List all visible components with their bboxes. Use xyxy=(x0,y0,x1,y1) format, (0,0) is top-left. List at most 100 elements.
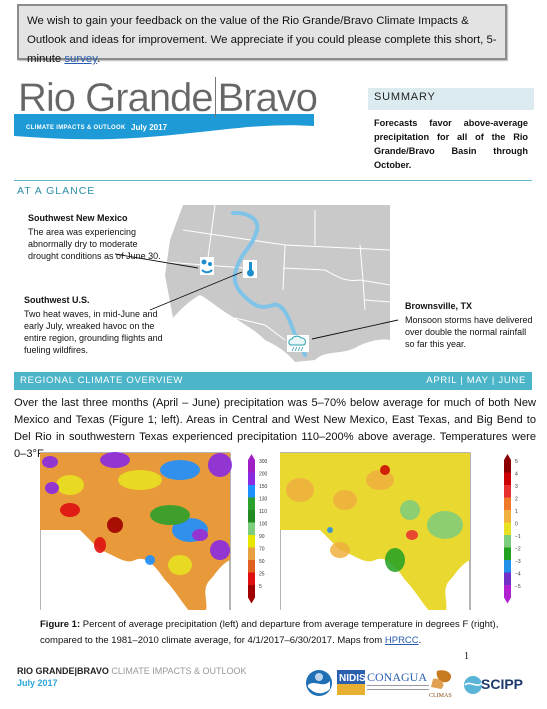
temp-legend-tick-label: −3 xyxy=(515,559,521,565)
caption-end: . xyxy=(418,635,422,646)
precip-legend-tick-label: 100 xyxy=(259,522,268,528)
temp-legend: 5 4 3 2 1 0 −1 −2 −3 −4 −5 xyxy=(504,454,521,604)
temp-legend-swatch xyxy=(504,460,511,473)
precip-legend-tick-label: 25 xyxy=(259,572,265,578)
precip-legend: 300 200 150 130 110 100 90 70 50 25 5 xyxy=(248,454,268,604)
temp-legend-tick-label: −5 xyxy=(515,584,521,590)
precip-legend-swatch xyxy=(248,522,255,535)
callout-title: Southwest New Mexico xyxy=(28,213,128,223)
precip-legend-swatch xyxy=(248,472,255,485)
temp-legend-swatch xyxy=(504,485,511,498)
conagua-logo: CONAGUA xyxy=(367,670,429,690)
footer-title: RIO GRANDE|BRAVO CLIMATE IMPACTS & OUTLO… xyxy=(17,666,247,676)
summary-text: Forecasts favor above-average precipitat… xyxy=(374,118,528,170)
precip-legend-tick-label: 200 xyxy=(259,472,268,478)
temp-legend-tick-label: 3 xyxy=(515,484,518,490)
temp-legend-tick-label: 4 xyxy=(515,472,518,478)
callout-text: The area was experiencing abnormally dry… xyxy=(28,227,161,261)
survey-trailing: . xyxy=(97,53,101,65)
temp-legend-tick-label: 5 xyxy=(515,459,518,465)
callout-brownsville: Brownsville, TX Monsoon storms have deli… xyxy=(405,300,535,350)
hprcc-link[interactable]: HPRCC xyxy=(385,635,419,646)
precip-legend-tick-label: 130 xyxy=(259,497,268,503)
thermometer-icon xyxy=(243,260,257,278)
callout-text: Monsoon storms have delivered over doubl… xyxy=(405,315,533,349)
scipp-logo: SCIPP xyxy=(464,676,523,694)
precip-legend-arrow-top xyxy=(248,454,255,460)
callout-text: Two heat waves, in mid-June and early Ju… xyxy=(24,309,163,355)
figure-caption: Figure 1: Percent of average precipitati… xyxy=(40,617,520,649)
masthead-separator xyxy=(214,77,216,117)
temp-legend-arrow-bottom xyxy=(504,597,511,604)
svg-text:CLIMAS: CLIMAS xyxy=(429,693,452,699)
temp-legend-swatch xyxy=(504,585,511,598)
masthead-logo: Rio Grande Bravo CLIMATE IMPACTS & OUTLOO… xyxy=(14,76,334,142)
partner-logos: NIDIS CONAGUA CLIMAS SCIPP xyxy=(305,665,535,701)
precip-legend-swatch xyxy=(248,547,255,560)
precip-legend-swatch xyxy=(248,510,255,523)
temp-legend-tick-label: 0 xyxy=(515,522,518,528)
temp-legend-tick-label: −2 xyxy=(515,547,521,553)
nidis-logo: NIDIS xyxy=(337,670,366,695)
precip-legend-arrow-bottom xyxy=(248,597,255,604)
precip-legend-swatch xyxy=(248,535,255,548)
callout-southwest-new-mexico: Southwest New Mexico The area was experi… xyxy=(28,212,168,262)
precip-legend-tick-label: 5 xyxy=(259,584,262,590)
footer-date: July 2017 xyxy=(17,678,58,688)
precip-legend-swatch xyxy=(248,572,255,585)
temperature-map: 5 4 3 2 1 0 −1 −2 −3 −4 −5 xyxy=(280,452,521,610)
survey-banner: We wish to gain your feedback on the val… xyxy=(17,4,507,65)
footer-title-light: CLIMATE IMPACTS & OUTLOOK xyxy=(108,666,247,676)
precip-legend-tick-label: 50 xyxy=(259,559,265,565)
svg-text:SCIPP: SCIPP xyxy=(481,676,523,692)
regional-overview-header: REGIONAL CLIMATE OVERVIEW APRIL | MAY | … xyxy=(14,372,532,390)
precip-legend-swatch xyxy=(248,560,255,573)
temp-legend-swatch xyxy=(504,497,511,510)
masthead-subtitle: CLIMATE IMPACTS & OUTLOOK xyxy=(26,125,126,131)
climas-logo: CLIMAS xyxy=(429,670,452,699)
precip-legend-tick-label: 150 xyxy=(259,484,268,490)
footer-title-bold: RIO GRANDE|BRAVO xyxy=(17,666,109,676)
drought-icon xyxy=(200,257,214,275)
temp-legend-tick-label: 1 xyxy=(515,509,518,515)
temp-legend-tick-label: −4 xyxy=(515,572,521,578)
page-number: 1 xyxy=(464,651,469,662)
precip-legend-swatch xyxy=(248,585,255,598)
callout-southwest-us: Southwest U.S. Two heat waves, in mid-Ju… xyxy=(24,294,164,356)
temp-legend-swatch xyxy=(504,560,511,573)
precip-legend-swatch xyxy=(248,497,255,510)
precip-legend-tick-label: 110 xyxy=(259,509,267,515)
land-mass xyxy=(165,205,390,362)
precip-legend-tick-label: 300 xyxy=(259,459,268,465)
masthead-date: July 2017 xyxy=(131,123,168,132)
temp-legend-arrow-top xyxy=(504,454,511,460)
temp-legend-swatch xyxy=(504,535,511,548)
region-map xyxy=(165,204,390,362)
at-a-glance-heading: AT A GLANCE xyxy=(17,185,96,197)
survey-link[interactable]: survey xyxy=(64,53,97,65)
masthead-title: Rio Grande Bravo xyxy=(18,74,318,122)
summary-panel: SUMMARY Forecasts favor above-average pr… xyxy=(368,88,534,172)
precip-legend-tick-label: 70 xyxy=(259,547,265,553)
overview-heading: REGIONAL CLIMATE OVERVIEW xyxy=(20,375,184,386)
section-divider xyxy=(14,180,532,181)
caption-label: Figure 1: xyxy=(40,619,81,630)
precip-legend-swatch xyxy=(248,485,255,498)
precipitation-map: 300 200 150 130 110 100 90 70 50 25 5 xyxy=(40,452,268,610)
overview-months: APRIL | MAY | JUNE xyxy=(426,375,526,386)
caption-text: Percent of average precipitation (left) … xyxy=(40,619,499,646)
svg-text:NIDIS: NIDIS xyxy=(339,673,366,684)
temp-legend-swatch xyxy=(504,547,511,560)
temp-legend-swatch xyxy=(504,522,511,535)
precip-legend-tick-label: 90 xyxy=(259,534,265,540)
masthead-title-left: Rio Grande xyxy=(18,76,214,120)
temp-legend-swatch xyxy=(504,510,511,523)
masthead-title-right: Bravo xyxy=(217,76,318,120)
callout-title: Southwest U.S. xyxy=(24,295,90,305)
temp-legend-tick-label: −1 xyxy=(515,534,521,540)
temp-legend-tick-label: 2 xyxy=(515,497,518,503)
svg-text:CONAGUA: CONAGUA xyxy=(367,670,427,684)
precip-legend-swatch xyxy=(248,460,255,473)
rain-cloud-icon xyxy=(287,335,309,352)
summary-heading: SUMMARY xyxy=(368,88,534,110)
